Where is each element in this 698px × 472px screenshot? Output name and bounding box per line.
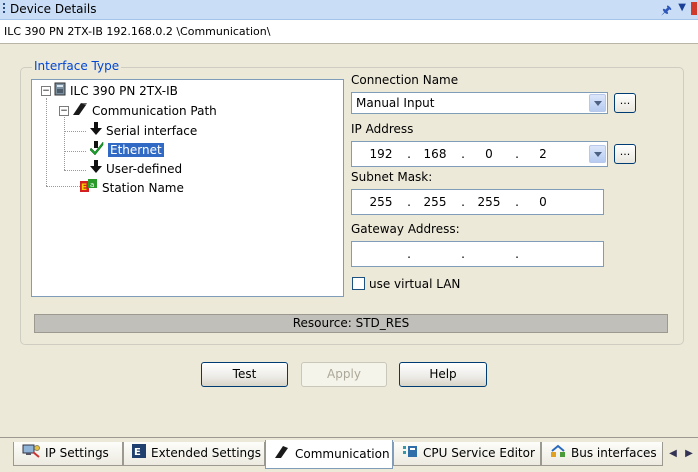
tree-node-serial[interactable]: Serial interface — [90, 122, 197, 139]
tab-cpu-service-editor[interactable]: CPU Service Editor — [393, 442, 541, 466]
tree-node-user-defined-label: User-defined — [106, 162, 183, 176]
gateway-dot: . — [515, 247, 519, 261]
tab-scroll-right-icon[interactable]: ▶ — [682, 446, 696, 462]
down-arrow-icon — [90, 160, 102, 179]
subnet-dot: . — [461, 195, 465, 209]
collapse-toggle-icon[interactable]: − — [59, 106, 69, 116]
tree-node-ethernet[interactable]: Ethernet — [89, 141, 165, 160]
tab-extended-settings[interactable]: E Extended Settings — [123, 442, 265, 466]
cpu-service-icon — [402, 443, 418, 465]
settings-document-icon: E — [132, 443, 146, 465]
subnet-octet: 255 — [369, 195, 393, 209]
tree-line — [64, 151, 86, 152]
device-path-bar: ILC 390 PN 2TX-IB 192.168.0.2 \Communica… — [0, 20, 698, 44]
tab-bus-interfaces-label: Bus interfaces — [571, 446, 657, 460]
connection-browse-button[interactable]: ... — [614, 93, 636, 113]
network-computer-icon — [22, 443, 40, 465]
dropdown-menu-icon[interactable]: ▼ — [678, 2, 686, 13]
checkmark-icon — [89, 141, 104, 160]
gateway-dot: . — [461, 247, 465, 261]
tab-ip-settings[interactable]: IP Settings — [13, 442, 123, 466]
tree-node-ethernet-label: Ethernet — [107, 142, 165, 158]
chevron-down-icon[interactable] — [589, 145, 606, 163]
resource-bar: Resource: STD_RES — [34, 314, 668, 333]
gateway-address-label: Gateway Address: — [351, 222, 460, 236]
gateway-dot: . — [407, 247, 411, 261]
ip-address-field[interactable]: 192 . 168 . 0 . 2 — [351, 141, 608, 167]
drag-grip-icon[interactable] — [3, 3, 6, 15]
tree-node-communication-path-label: Communication Path — [92, 104, 217, 118]
tree-node-device-label: ILC 390 PN 2TX-IB — [70, 84, 178, 98]
panel-title: Device Details — [10, 2, 97, 16]
ip-octet: 168 — [423, 147, 447, 161]
virtual-lan-checkbox[interactable] — [352, 277, 365, 290]
test-button[interactable]: Test — [201, 362, 288, 387]
tree-line — [64, 115, 65, 170]
tree-node-communication-path[interactable]: Communication Path — [72, 102, 217, 119]
tree-node-serial-label: Serial interface — [106, 124, 198, 138]
tree-node-device[interactable]: ILC 390 PN 2TX-IB — [54, 82, 178, 99]
tree-line — [46, 98, 47, 186]
tab-ip-settings-label: IP Settings — [45, 446, 109, 460]
tree-node-station-name-label: Station Name — [102, 181, 184, 195]
panel-titlebar: Device Details 🖈 ▼ — [0, 0, 698, 20]
connection-name-value: Manual Input — [356, 96, 435, 110]
ip-dot: . — [515, 147, 519, 161]
ip-browse-button[interactable]: ... — [614, 144, 636, 164]
svg-text:E: E — [134, 447, 141, 458]
tab-cpu-service-editor-label: CPU Service Editor — [423, 446, 535, 460]
device-icon — [54, 82, 66, 101]
subnet-octet: 0 — [539, 195, 547, 209]
tab-scroll-left-icon[interactable]: ◀ — [666, 446, 680, 462]
communication-path-icon — [72, 102, 88, 121]
tab-communication[interactable]: Communication — [265, 440, 393, 469]
tree-node-station-name[interactable]: Ea Station Name — [80, 179, 184, 196]
svg-text:E: E — [81, 183, 87, 193]
help-button[interactable]: Help — [399, 362, 487, 387]
tab-extended-settings-label: Extended Settings — [151, 446, 262, 460]
ip-octet: 192 — [369, 147, 393, 161]
bus-interface-icon — [550, 443, 566, 465]
subnet-dot: . — [407, 195, 411, 209]
collapse-toggle-icon[interactable]: − — [41, 86, 51, 96]
subnet-mask-label: Subnet Mask: — [351, 170, 433, 184]
down-arrow-icon — [90, 122, 102, 141]
tab-bus-interfaces[interactable]: Bus interfaces — [541, 442, 663, 466]
subnet-octet: 255 — [423, 195, 447, 209]
apply-button[interactable]: Apply — [301, 362, 387, 387]
subnet-dot: . — [515, 195, 519, 209]
pin-icon[interactable]: 🖈 — [661, 1, 672, 22]
connection-name-combo[interactable]: Manual Input — [351, 92, 608, 114]
connection-name-label: Connection Name — [351, 73, 459, 87]
close-icon[interactable] — [691, 2, 697, 15]
chevron-down-icon[interactable] — [589, 94, 606, 112]
interface-tree[interactable]: − ILC 390 PN 2TX-IB − Communication Path… — [31, 79, 344, 297]
subnet-octet: 255 — [477, 195, 501, 209]
tree-line — [64, 170, 86, 171]
tree-line — [46, 186, 80, 187]
tab-communication-label: Communication — [295, 447, 390, 461]
tree-node-user-defined[interactable]: User-defined — [90, 160, 182, 177]
svg-text:a: a — [90, 181, 94, 189]
ip-address-label: IP Address — [351, 122, 414, 136]
subnet-mask-field[interactable]: 255 . 255 . 255 . 0 — [351, 189, 604, 215]
device-path: ILC 390 PN 2TX-IB 192.168.0.2 \Communica… — [4, 25, 271, 38]
ip-octet: 0 — [485, 147, 493, 161]
tree-line — [64, 131, 86, 132]
ip-octet: 2 — [539, 147, 547, 161]
ip-dot: . — [407, 147, 411, 161]
station-name-icon: Ea — [80, 179, 98, 198]
interface-type-legend: Interface Type — [32, 59, 122, 73]
communication-icon — [274, 441, 290, 469]
ip-dot: . — [461, 147, 465, 161]
virtual-lan-label[interactable]: use virtual LAN — [369, 277, 460, 291]
gateway-address-field[interactable]: . . . — [351, 241, 604, 267]
